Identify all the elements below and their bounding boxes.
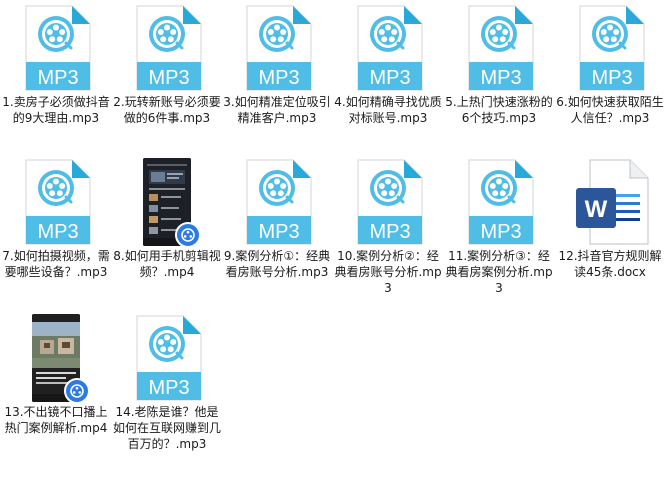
audio-file-icon: MP3 [113,314,221,402]
video-player-badge-icon [175,222,201,248]
file-name: 3.如何精准定位吸引精准客户.mp3 [223,95,331,125]
file-name: 11.案例分析③：经典看房案例分析.mp3 [445,249,553,295]
file-name: 2.玩转新账号必须要做的6件事.mp3 [113,95,221,125]
file-item-11[interactable]: MP3 11.案例分析③：经典看房案例分析.mp3 [445,158,553,296]
file-name: 10.案例分析②：经典看房账号分析.mp3 [334,249,442,295]
file-item-2[interactable]: MP3 2.玩转新账号必须要做的6件事.mp3 [113,4,221,126]
file-item-7[interactable]: MP3 7.如何拍摄视频，需要哪些设备？.mp3 [2,158,110,280]
file-name: 4.如何精确寻找优质对标账号.mp3 [334,95,442,125]
file-item-4[interactable]: MP3 4.如何精确寻找优质对标账号.mp3 [334,4,442,126]
mp3-badge-text: MP3 [148,67,189,89]
file-explorer-icon-view: MP3 1.卖房子必须做抖音的9大理由.mp3 MP3 2.玩转新账号必须要做的… [0,0,666,502]
audio-file-icon: MP3 [2,4,110,92]
video-thumbnail-icon [113,158,221,248]
file-item-6[interactable]: MP3 6.如何快速获取陌生人信任？.mp3 [556,4,664,126]
file-item-5[interactable]: MP3 5.上热门快速涨粉的6个技巧.mp3 [445,4,553,126]
mp3-badge-text: MP3 [480,67,521,89]
audio-file-icon: MP3 [334,4,442,92]
file-item-13[interactable]: 13.不出镜不口播上热门案例解析.mp4 [2,314,110,436]
file-name: 8.如何用手机剪辑视频？.mp4 [113,249,221,279]
audio-file-icon: MP3 [223,158,331,246]
mp3-badge-text: MP3 [37,67,78,89]
mp3-badge-text: MP3 [369,221,410,243]
audio-file-icon: MP3 [445,4,553,92]
file-name: 6.如何快速获取陌生人信任？.mp3 [556,95,664,125]
audio-file-icon: MP3 [334,158,442,246]
file-name: 5.上热门快速涨粉的6个技巧.mp3 [445,95,553,125]
mp3-badge-text: MP3 [37,221,78,243]
mp3-badge-text: MP3 [258,221,299,243]
mp3-badge-text: MP3 [148,377,189,399]
file-name: 9.案例分析①：经典看房账号分析.mp3 [223,249,331,279]
file-name: 14.老陈是谁？他是如何在互联网赚到几百万的？.mp3 [113,405,222,451]
mp3-badge-text: MP3 [369,67,410,89]
audio-file-icon: MP3 [2,158,110,246]
audio-file-icon: MP3 [556,4,664,92]
file-name: 1.卖房子必须做抖音的9大理由.mp3 [2,95,110,125]
file-item-8[interactable]: 8.如何用手机剪辑视频？.mp4 [113,158,221,280]
file-item-3[interactable]: MP3 3.如何精准定位吸引精准客户.mp3 [223,4,331,126]
file-name: 13.不出镜不口播上热门案例解析.mp4 [4,405,108,435]
svg-text:W: W [585,196,608,223]
file-name: 7.如何拍摄视频，需要哪些设备？.mp3 [2,249,110,279]
file-item-14[interactable]: MP3 14.老陈是谁？他是如何在互联网赚到几百万的？.mp3 [113,314,221,452]
file-item-1[interactable]: MP3 1.卖房子必须做抖音的9大理由.mp3 [2,4,110,126]
file-item-10[interactable]: MP3 10.案例分析②：经典看房账号分析.mp3 [334,158,442,296]
file-item-9[interactable]: MP3 9.案例分析①：经典看房账号分析.mp3 [223,158,331,280]
file-name: 12.抖音官方规则解读45条.docx [558,249,662,279]
word-document-icon: W [556,158,664,246]
audio-file-icon: MP3 [223,4,331,92]
mp3-badge-text: MP3 [480,221,521,243]
audio-file-icon: MP3 [113,4,221,92]
file-item-12[interactable]: W 12.抖音官方规则解读45条.docx [556,158,664,280]
audio-file-icon: MP3 [445,158,553,246]
mp3-badge-text: MP3 [258,67,299,89]
video-thumbnail-icon [2,314,110,404]
video-player-badge-icon [64,378,90,404]
mp3-badge-text: MP3 [591,67,632,89]
